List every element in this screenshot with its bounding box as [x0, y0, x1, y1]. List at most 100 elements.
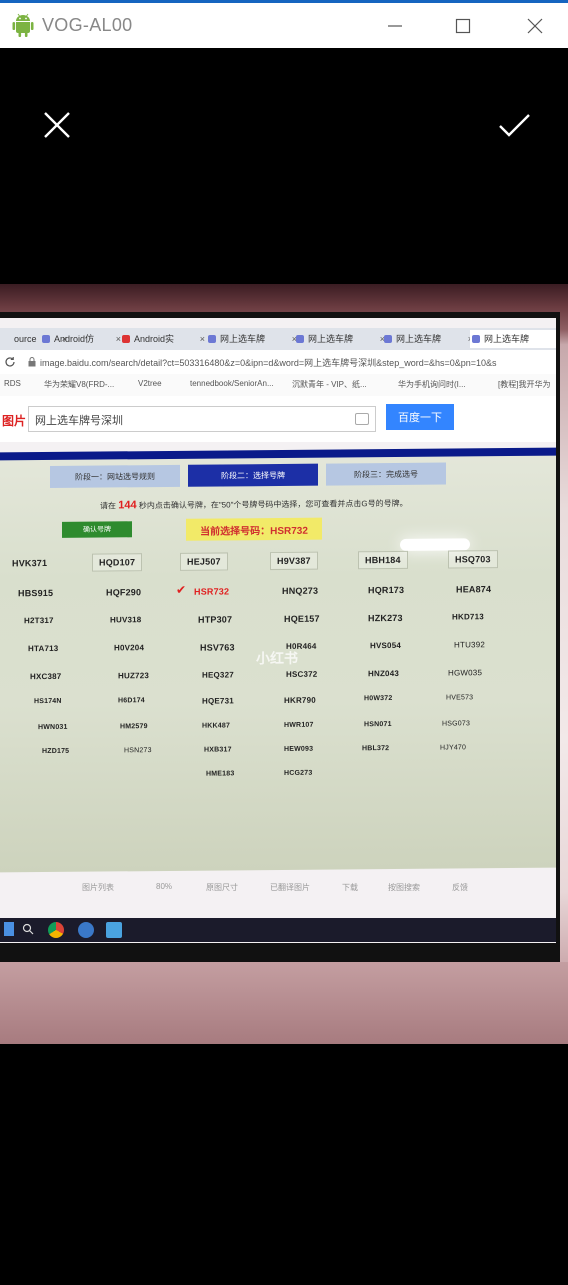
footer-item[interactable]: 反馈	[452, 882, 468, 893]
browser-tab[interactable]: Android仿 ×	[40, 330, 124, 348]
tab-favicon	[208, 335, 216, 343]
close-icon: ×	[199, 334, 205, 344]
monitor-screen: ource × Android仿 × Android实 × 网上选车牌 × 网上选车牌 ×…	[0, 318, 556, 943]
camera-search-icon[interactable]	[355, 413, 369, 425]
plate-option: H9V387	[270, 551, 318, 571]
close-window-button[interactable]	[512, 3, 558, 48]
bookmark-item[interactable]: V2tree	[138, 379, 162, 388]
app-icon[interactable]	[78, 922, 94, 938]
tab-favicon	[384, 335, 392, 343]
cancel-button[interactable]	[37, 105, 77, 145]
address-bar[interactable]: image.baidu.com/search/detail?ct=5033164…	[0, 350, 556, 374]
tab-label: 网上选车牌	[308, 334, 354, 344]
camera-preview: ource × Android仿 × Android实 × 网上选车牌 × 网上选车牌 ×…	[0, 48, 568, 1285]
footer-item[interactable]: 按图搜索	[388, 882, 420, 893]
search-icon[interactable]	[22, 923, 34, 935]
baidu-image-logo[interactable]: 图片	[2, 412, 26, 429]
browser-tab-active[interactable]: 网上选车牌×	[470, 330, 556, 348]
plate-option: H2T317	[24, 615, 54, 626]
minimize-button[interactable]	[372, 3, 418, 48]
plate-option: HSQ703	[448, 550, 498, 569]
check-icon: ✔	[176, 582, 187, 597]
plate-option: HBS915	[18, 587, 54, 599]
search-input[interactable]: 网上选车牌号深圳	[28, 406, 376, 432]
bookmark-item[interactable]: [教程]我开华为	[498, 379, 550, 390]
plate-option: HSC372	[286, 669, 318, 679]
step-three: 阶段三：完成选号	[326, 462, 446, 486]
plate-option: HQR173	[368, 584, 405, 596]
plate-option: HEA874	[456, 584, 492, 595]
footer-item[interactable]: 下载	[342, 882, 358, 893]
tab-label: 网上选车牌	[220, 334, 266, 344]
browser-tab[interactable]: Android实 ×	[120, 330, 208, 348]
plate-option: HGW035	[448, 668, 483, 678]
chrome-icon[interactable]	[48, 922, 64, 938]
browser-tab[interactable]: 网上选车牌×	[294, 330, 388, 348]
search-value: 网上选车牌号深圳	[35, 415, 123, 427]
plate-option: HNQ273	[282, 585, 319, 596]
confirm-button[interactable]	[494, 105, 534, 145]
bookmark-item[interactable]: 华为手机询问时(I...	[398, 379, 466, 390]
monitor: ource × Android仿 × Android实 × 网上选车牌 × 网上选车牌 ×…	[0, 312, 560, 962]
plate-option: HVE573	[446, 694, 474, 702]
plate-option: HM2579	[120, 723, 148, 731]
app-window: VOG-AL00 ource × Android仿 × Android实 × 网…	[0, 0, 568, 1285]
bookmark-item[interactable]: RDS	[4, 379, 21, 388]
footer-item[interactable]: 原图尺寸	[206, 882, 238, 893]
minimize-icon	[388, 24, 402, 27]
plate-option: HS174N	[34, 697, 62, 706]
tab-favicon	[472, 335, 480, 343]
footer-item[interactable]: 已翻译图片	[270, 882, 310, 893]
app-icon[interactable]	[106, 922, 122, 938]
plate-option: HXB317	[204, 746, 232, 754]
plate-option: HME183	[206, 770, 235, 778]
plate-option: HZD175	[42, 747, 70, 756]
tab-label: ource	[14, 334, 37, 344]
progress-steps: 阶段一：网站选号规则 阶段二：选择号牌 阶段三：完成选号	[50, 462, 450, 488]
plate-option: HQE157	[284, 613, 320, 624]
plate-option: H6D174	[118, 697, 145, 705]
plate-option: HSN071	[364, 721, 392, 729]
current-plate: 当前选择号码：HSR732	[186, 517, 322, 541]
plate-option: HSN273	[124, 747, 152, 755]
bookmarks-bar: RDS 华为荣耀V8(FRD-... V2tree tennedbook/Sen…	[0, 374, 556, 397]
zoom-level[interactable]: 80%	[156, 882, 172, 891]
close-icon	[44, 112, 70, 138]
plate-option: HVK371	[12, 558, 48, 569]
plate-option-selected: HSR732	[194, 586, 230, 597]
plate-option: HZK273	[368, 612, 403, 624]
bookmark-item[interactable]: 华为荣耀V8(FRD-...	[44, 379, 114, 390]
notice-prefix: 请在	[100, 501, 116, 511]
plate-option: HNZ043	[368, 668, 399, 679]
plate-option: HBL372	[362, 745, 390, 753]
plate-option: HJY470	[440, 744, 467, 752]
plate-option: HSV763	[200, 642, 235, 653]
plate-option: HKD713	[452, 612, 484, 622]
search-button[interactable]: 百度一下	[386, 404, 454, 430]
plate-option: HEW093	[284, 745, 314, 753]
plate-option: HQE731	[202, 696, 234, 706]
tab-favicon	[42, 335, 50, 343]
bookmark-item[interactable]: 沉默青年 - VIP、纸...	[292, 379, 367, 390]
reload-icon[interactable]	[4, 356, 16, 368]
windows-start-icon[interactable]	[4, 922, 14, 936]
browser-tab[interactable]: 网上选车牌×	[206, 330, 300, 348]
captured-photo: ource × Android仿 × Android实 × 网上选车牌 × 网上选车牌 ×…	[0, 284, 568, 1044]
plate-option: HQF290	[106, 587, 142, 598]
url-text: image.baidu.com/search/detail?ct=5033164…	[40, 358, 497, 368]
footer-item[interactable]: 图片列表	[82, 882, 114, 893]
bookmark-item[interactable]: tennedbook/SeniorAn...	[190, 379, 274, 388]
windows-taskbar	[0, 918, 556, 942]
plate-option: HUV318	[110, 615, 142, 625]
maximize-button[interactable]	[440, 3, 486, 48]
search-row: 图片 网上选车牌号深圳 百度一下	[0, 396, 556, 442]
browser-tab[interactable]: 网上选车牌×	[382, 330, 476, 348]
plate-option: HVS054	[370, 640, 401, 651]
tab-label: 网上选车牌	[396, 334, 442, 344]
plate-option: HTP307	[198, 614, 233, 625]
step-two: 阶段二：选择号牌	[188, 463, 318, 487]
tab-favicon	[122, 335, 130, 343]
desk-surface	[0, 962, 568, 1042]
confirm-plate-button: 确认号牌	[62, 521, 132, 538]
notice-suffix: 秒内点击确认号牌，在"50"个号牌号码中选择，您可查看并点击G号的号牌。	[138, 498, 408, 511]
